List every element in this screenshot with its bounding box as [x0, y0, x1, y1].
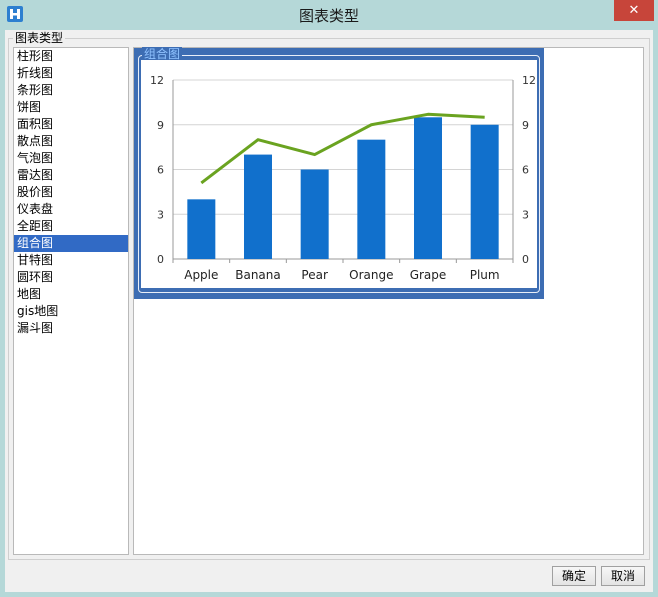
- bar: [300, 169, 329, 259]
- dialog-body: 图表类型 柱形图 折线图 条形图 饼图 面积图 散点图 气泡图 雷达图 股价图 仪表盘 全距图 组合图…: [5, 30, 653, 592]
- chart-canvas: 0 0 3 3 6 6 9 9 12 12 Apple Banana Pear Orange Grape Pl…: [141, 60, 537, 288]
- bar: [470, 124, 499, 259]
- chart-type-item[interactable]: 全距图: [14, 218, 128, 235]
- y2-tick-label: 12: [522, 74, 536, 87]
- close-button[interactable]: ✕: [614, 0, 654, 21]
- chart-type-item[interactable]: 股价图: [14, 184, 128, 201]
- y2-tick-label: 0: [522, 253, 529, 266]
- chart-type-item[interactable]: 雷达图: [14, 167, 128, 184]
- combo-chart: 0 0 3 3 6 6 9 9 12 12 Apple Banana Pear Orange Grape Pl…: [150, 74, 536, 282]
- y-tick-label: 3: [157, 208, 164, 221]
- chart-preview-border: 组合图 0 0 3 3 6 6 9 9 12 12 Apple Banana Pear Orange Gra…: [138, 47, 540, 293]
- x-tick-label: Orange: [349, 268, 393, 282]
- cancel-button[interactable]: 取消: [601, 566, 645, 586]
- window-title: 图表类型: [298, 7, 359, 25]
- chart-type-item[interactable]: 气泡图: [14, 150, 128, 167]
- x-tick-label: Banana: [235, 268, 281, 282]
- bar: [414, 117, 442, 259]
- chart-type-item[interactable]: 面积图: [14, 116, 128, 133]
- chart-preview-frame: 组合图 0 0 3 3 6 6 9 9 12 12 Apple Banana Pear Orange Gra…: [134, 47, 544, 299]
- bar: [244, 154, 272, 259]
- chart-type-item[interactable]: 散点图: [14, 133, 128, 150]
- title-bar: 图表类型 ✕: [0, 0, 658, 30]
- chart-type-list[interactable]: 柱形图 折线图 条形图 饼图 面积图 散点图 气泡图 雷达图 股价图 仪表盘 全距图 组合图 甘特图 圆环…: [13, 47, 129, 555]
- chart-type-item[interactable]: 地图: [14, 286, 128, 303]
- y2-tick-label: 9: [522, 119, 529, 132]
- preview-panel: 组合图 0 0 3 3 6 6 9 9 12 12 Apple Banana Pear Orange Gra…: [133, 47, 644, 555]
- chart-type-item[interactable]: 折线图: [14, 65, 128, 82]
- chart-type-item[interactable]: 甘特图: [14, 252, 128, 269]
- x-tick-label: Apple: [184, 268, 218, 282]
- y-tick-label: 9: [157, 119, 164, 132]
- y-tick-label: 0: [157, 253, 164, 266]
- chart-type-item[interactable]: 柱形图: [14, 48, 128, 65]
- chart-type-item[interactable]: 仪表盘: [14, 201, 128, 218]
- bar: [357, 139, 386, 259]
- x-tick-label: Plum: [470, 268, 500, 282]
- bar: [187, 199, 216, 259]
- chart-type-item[interactable]: gis地图: [14, 303, 128, 320]
- y2-tick-label: 6: [522, 164, 529, 177]
- chart-type-item[interactable]: 漏斗图: [14, 320, 128, 337]
- chart-type-item[interactable]: 条形图: [14, 82, 128, 99]
- chart-type-item[interactable]: 圆环图: [14, 269, 128, 286]
- y2-tick-label: 3: [522, 208, 529, 221]
- x-tick-label: Grape: [410, 268, 447, 282]
- chart-type-group: 图表类型 柱形图 折线图 条形图 饼图 面积图 散点图 气泡图 雷达图 股价图 仪表盘 全距图 组合图…: [8, 31, 650, 560]
- group-label: 图表类型: [13, 31, 66, 45]
- y-tick-label: 6: [157, 164, 164, 177]
- chart-type-item[interactable]: 组合图: [14, 235, 128, 252]
- ok-button[interactable]: 确定: [552, 566, 596, 586]
- y-tick-label: 12: [150, 74, 164, 87]
- x-tick-label: Pear: [301, 268, 328, 282]
- chart-type-item[interactable]: 饼图: [14, 99, 128, 116]
